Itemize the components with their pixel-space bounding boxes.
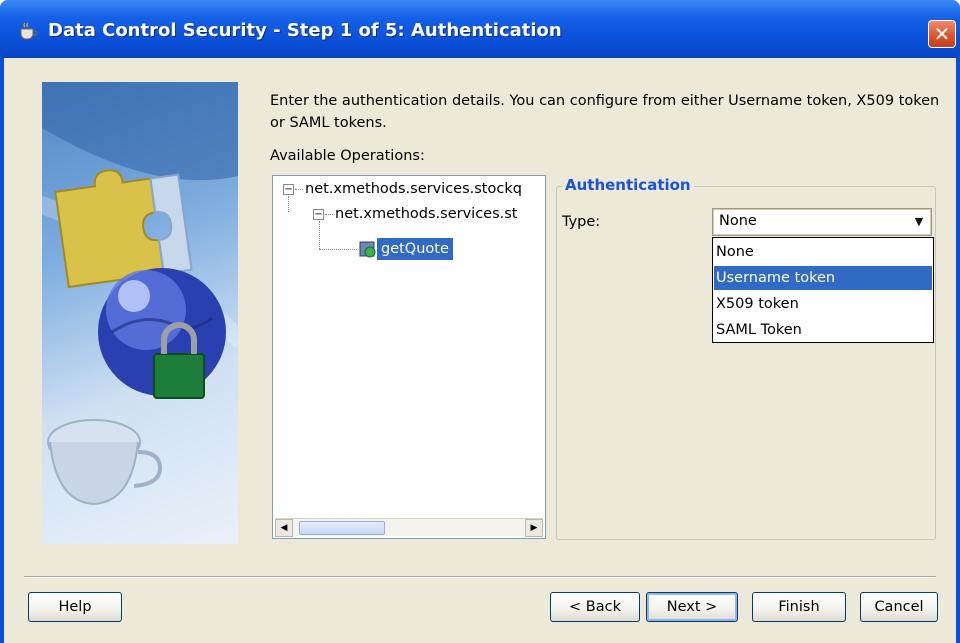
tree-node-service-root[interactable]: net.xmethods.services.stockq [305, 181, 522, 197]
tree-node-getquote[interactable]: getQuote [377, 238, 453, 260]
available-operations-label: Available Operations: [270, 148, 425, 164]
dialog-window: Data Control Security - Step 1 of 5: Aut… [0, 0, 960, 643]
close-button[interactable]: ✕ [928, 20, 956, 48]
back-button[interactable]: < Back [550, 592, 640, 622]
finish-button[interactable]: Finish [752, 592, 846, 622]
wizard-illustration [42, 82, 238, 544]
collapse-icon[interactable]: − [283, 184, 294, 195]
coffee-cup-icon [20, 22, 38, 40]
option-x509-token[interactable]: X509 token [714, 292, 932, 316]
operation-icon [359, 241, 376, 258]
type-dropdown-list[interactable]: None Username token X509 token SAML Toke… [712, 237, 934, 343]
option-username-token[interactable]: Username token [714, 266, 932, 290]
title-bar[interactable]: Data Control Security - Step 1 of 5: Aut… [0, 0, 960, 58]
type-select[interactable]: None ▼ [712, 208, 932, 236]
cancel-button[interactable]: Cancel [860, 592, 938, 622]
chevron-down-icon[interactable]: ▼ [909, 212, 929, 232]
tree-node-service-child[interactable]: net.xmethods.services.st [335, 206, 518, 222]
close-icon: ✕ [933, 22, 951, 46]
operations-tree[interactable]: − net.xmethods.services.stockq − net.xme… [272, 175, 546, 539]
type-select-value: None [719, 213, 757, 229]
window-title: Data Control Security - Step 1 of 5: Aut… [48, 20, 562, 41]
puzzle-globe-lock-icon [42, 82, 238, 506]
instructions-text: Enter the authentication details. You ca… [270, 93, 940, 131]
scroll-thumb[interactable] [299, 521, 385, 535]
type-label: Type: [562, 214, 601, 230]
button-separator [24, 576, 936, 578]
scroll-right-button[interactable]: ▶ [525, 519, 543, 537]
horizontal-scrollbar[interactable]: ◀ ▶ [275, 518, 543, 537]
collapse-icon[interactable]: − [313, 209, 324, 220]
option-none[interactable]: None [714, 240, 932, 264]
authentication-legend: Authentication [562, 176, 694, 194]
scroll-left-button[interactable]: ◀ [275, 519, 293, 537]
help-button[interactable]: Help [28, 592, 122, 622]
option-saml-token[interactable]: SAML Token [714, 318, 932, 342]
dialog-body: Enter the authentication details. You ca… [4, 58, 956, 643]
next-button[interactable]: Next > [646, 592, 738, 622]
